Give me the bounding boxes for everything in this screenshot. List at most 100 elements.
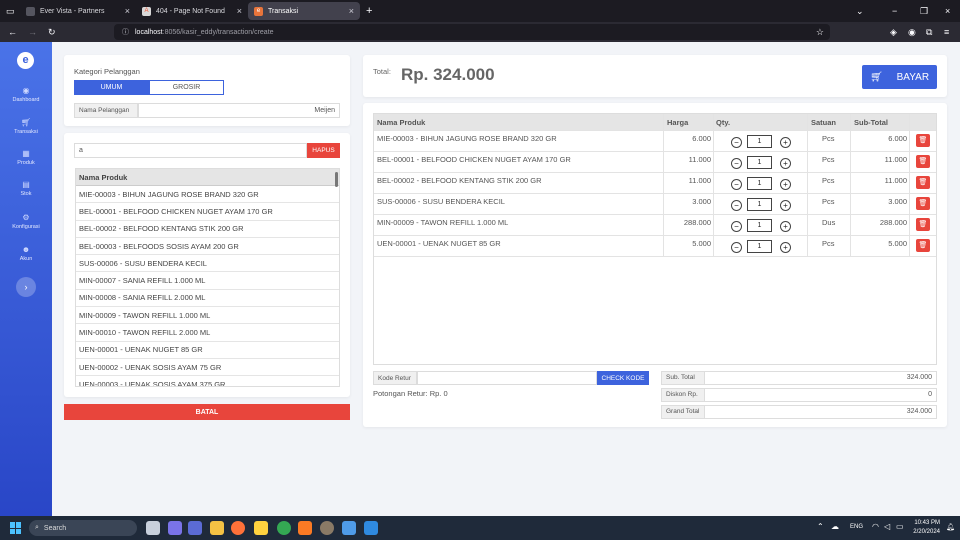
account-icon[interactable]: ◉ bbox=[908, 22, 916, 42]
product-list-item[interactable]: BEL-00002 - BELFOOD KENTANG STIK 200 GR bbox=[76, 221, 339, 238]
notification-icon[interactable]: 🔔︎ bbox=[946, 523, 955, 531]
firefox-icon[interactable] bbox=[231, 521, 245, 535]
hapus-search-button[interactable]: HAPUS bbox=[307, 143, 340, 158]
check-kode-button[interactable]: CHECK KODE bbox=[597, 371, 649, 385]
product-search-input[interactable]: a bbox=[74, 143, 307, 158]
minimize-icon[interactable]: − bbox=[892, 0, 897, 22]
qty-input[interactable]: 1 bbox=[747, 156, 772, 169]
product-list-item[interactable]: UEN-00003 - UENAK SOSIS AYAM 375 GR bbox=[76, 376, 339, 386]
sidebar-collapse-button[interactable]: › bbox=[16, 277, 36, 297]
volume-icon[interactable]: ◁ bbox=[884, 522, 890, 531]
tab-transaksi[interactable]: e Transaksi × bbox=[248, 2, 360, 20]
battery-icon[interactable]: ▭ bbox=[896, 522, 904, 531]
product-list-item[interactable]: MIN-00007 - SANIA REFILL 1.000 ML bbox=[76, 272, 339, 290]
product-list-item[interactable]: MIN-00008 - SANIA REFILL 2.000 ML bbox=[76, 290, 339, 308]
product-list-item[interactable]: SUS-00006 - SUSU BENDERA KECIL bbox=[76, 255, 339, 273]
qty-plus-button[interactable]: + bbox=[780, 137, 791, 148]
delete-item-button[interactable]: 🗑︎ bbox=[916, 239, 930, 252]
product-list-scrollbar[interactable] bbox=[335, 172, 338, 187]
sticky-notes-icon[interactable] bbox=[254, 521, 268, 535]
teams-icon[interactable] bbox=[188, 521, 202, 535]
bookmark-star-icon[interactable]: ☆ bbox=[816, 27, 824, 38]
back-icon[interactable]: ← bbox=[8, 22, 17, 42]
product-list-item[interactable]: MIN-00009 - TAWON REFILL 1.000 ML bbox=[76, 307, 339, 325]
diskon-value[interactable]: 0 bbox=[928, 389, 932, 401]
file-explorer-icon[interactable] bbox=[210, 521, 224, 535]
url-bar[interactable]: ⓘ localhost:8056/kasir_eddy/transaction/… bbox=[114, 24, 830, 40]
sidebar-item-dashboard[interactable]: ◉ Dashboard bbox=[0, 86, 52, 103]
language-indicator[interactable]: ENG bbox=[850, 524, 863, 530]
qty-minus-button[interactable]: − bbox=[731, 137, 742, 148]
qty-minus-button[interactable]: − bbox=[731, 242, 742, 253]
qty-plus-button[interactable]: + bbox=[780, 242, 791, 253]
close-tab-icon[interactable]: × bbox=[125, 6, 130, 16]
show-hidden-icons[interactable]: ⌃ bbox=[817, 522, 824, 531]
brand-logo[interactable]: e bbox=[17, 52, 34, 69]
list-tabs-icon[interactable]: ⌄ bbox=[856, 0, 864, 22]
xampp-icon[interactable] bbox=[298, 521, 312, 535]
qty-minus-button[interactable]: − bbox=[731, 179, 742, 190]
firefox-view-icon[interactable]: ▭ bbox=[6, 0, 15, 22]
qty-minus-button[interactable]: − bbox=[731, 158, 742, 169]
close-window-icon[interactable]: × bbox=[945, 0, 950, 22]
windows-start-icon[interactable] bbox=[10, 522, 22, 534]
nama-pelanggan-field[interactable]: Meijen bbox=[138, 103, 340, 118]
clock-date[interactable]: 2/20/2024 bbox=[913, 529, 940, 535]
delete-item-button[interactable]: 🗑︎ bbox=[916, 197, 930, 210]
gimp-icon[interactable] bbox=[320, 521, 334, 535]
qty-minus-button[interactable]: − bbox=[731, 221, 742, 232]
bayar-button[interactable]: 🛒︎ BAYAR bbox=[862, 65, 937, 89]
product-list-item[interactable]: UEN-00002 - UENAK SOSIS AYAM 75 GR bbox=[76, 359, 339, 377]
qty-plus-button[interactable]: + bbox=[780, 200, 791, 211]
close-tab-icon[interactable]: × bbox=[237, 6, 242, 16]
delete-item-button[interactable]: 🗑︎ bbox=[916, 218, 930, 231]
qty-input[interactable]: 1 bbox=[747, 219, 772, 232]
product-list-item[interactable]: BEL-00003 - BELFOODS SOSIS AYAM 200 GR bbox=[76, 238, 339, 256]
batal-button[interactable]: BATAL bbox=[64, 404, 350, 420]
sidebar-item-konfigurasi[interactable]: ⚙ Konfigurasi bbox=[0, 213, 52, 230]
delete-item-button[interactable]: 🗑︎ bbox=[916, 155, 930, 168]
chat-icon[interactable] bbox=[168, 521, 182, 535]
delete-item-button[interactable]: 🗑︎ bbox=[916, 176, 930, 189]
extensions-icon[interactable]: ⧉ bbox=[926, 22, 932, 42]
qty-plus-button[interactable]: + bbox=[780, 158, 791, 169]
qty-input[interactable]: 1 bbox=[747, 198, 772, 211]
forward-icon[interactable]: → bbox=[28, 22, 37, 42]
sidebar-item-akun[interactable]: ☻ Akun bbox=[0, 245, 52, 262]
vscode-icon[interactable] bbox=[364, 521, 378, 535]
tab-404[interactable]: A 404 - Page Not Found × bbox=[136, 2, 248, 20]
sidebar-item-transaksi[interactable]: 🛒︎ Transaksi bbox=[0, 118, 52, 135]
diskon-row[interactable]: Diskon Rp. 0 bbox=[661, 388, 937, 402]
sidebar-item-produk[interactable]: ▦ Produk bbox=[0, 149, 52, 166]
product-list-item[interactable]: BEL-00001 - BELFOOD CHICKEN NUGET AYAM 1… bbox=[76, 203, 339, 221]
restore-icon[interactable]: ❐ bbox=[920, 0, 928, 22]
taskbar-search[interactable]: ⌕ Search bbox=[29, 520, 137, 536]
kategori-grosir-button[interactable]: GROSIR bbox=[149, 80, 224, 95]
qty-plus-button[interactable]: + bbox=[780, 221, 791, 232]
store-icon[interactable] bbox=[342, 521, 356, 535]
product-list-item[interactable]: MIN-00010 - TAWON REFILL 2.000 ML bbox=[76, 324, 339, 342]
kode-retur-input[interactable] bbox=[417, 371, 597, 385]
qty-input[interactable]: 1 bbox=[747, 177, 772, 190]
page-info-icon[interactable]: ⓘ bbox=[122, 27, 129, 37]
cloud-icon[interactable]: ☁ bbox=[831, 522, 839, 531]
close-tab-icon[interactable]: × bbox=[349, 6, 354, 16]
delete-item-button[interactable]: 🗑︎ bbox=[916, 134, 930, 147]
sidebar-item-stok[interactable]: ▤ Stok bbox=[0, 180, 52, 197]
qty-input[interactable]: 1 bbox=[747, 135, 772, 148]
tab-ever-vista[interactable]: Ever Vista - Partners × bbox=[20, 2, 136, 20]
pocket-icon[interactable]: ◈ bbox=[890, 22, 897, 42]
qty-input[interactable]: 1 bbox=[747, 240, 772, 253]
chrome-icon[interactable] bbox=[277, 521, 291, 535]
menu-icon[interactable]: ≡ bbox=[944, 22, 949, 42]
clock-time[interactable]: 10:43 PM bbox=[914, 520, 940, 526]
product-list-item[interactable]: MIE-00003 - BIHUN JAGUNG ROSE BRAND 320 … bbox=[76, 186, 339, 204]
kategori-umum-button[interactable]: UMUM bbox=[74, 80, 149, 95]
qty-plus-button[interactable]: + bbox=[780, 179, 791, 190]
reload-icon[interactable]: ↻ bbox=[48, 22, 56, 42]
qty-minus-button[interactable]: − bbox=[731, 200, 742, 211]
task-view-icon[interactable] bbox=[146, 521, 160, 535]
new-tab-icon[interactable]: + bbox=[366, 0, 372, 22]
product-list-item[interactable]: UEN-00001 - UENAK NUGET 85 GR bbox=[76, 342, 339, 359]
wifi-icon[interactable]: ◠ bbox=[872, 522, 879, 531]
